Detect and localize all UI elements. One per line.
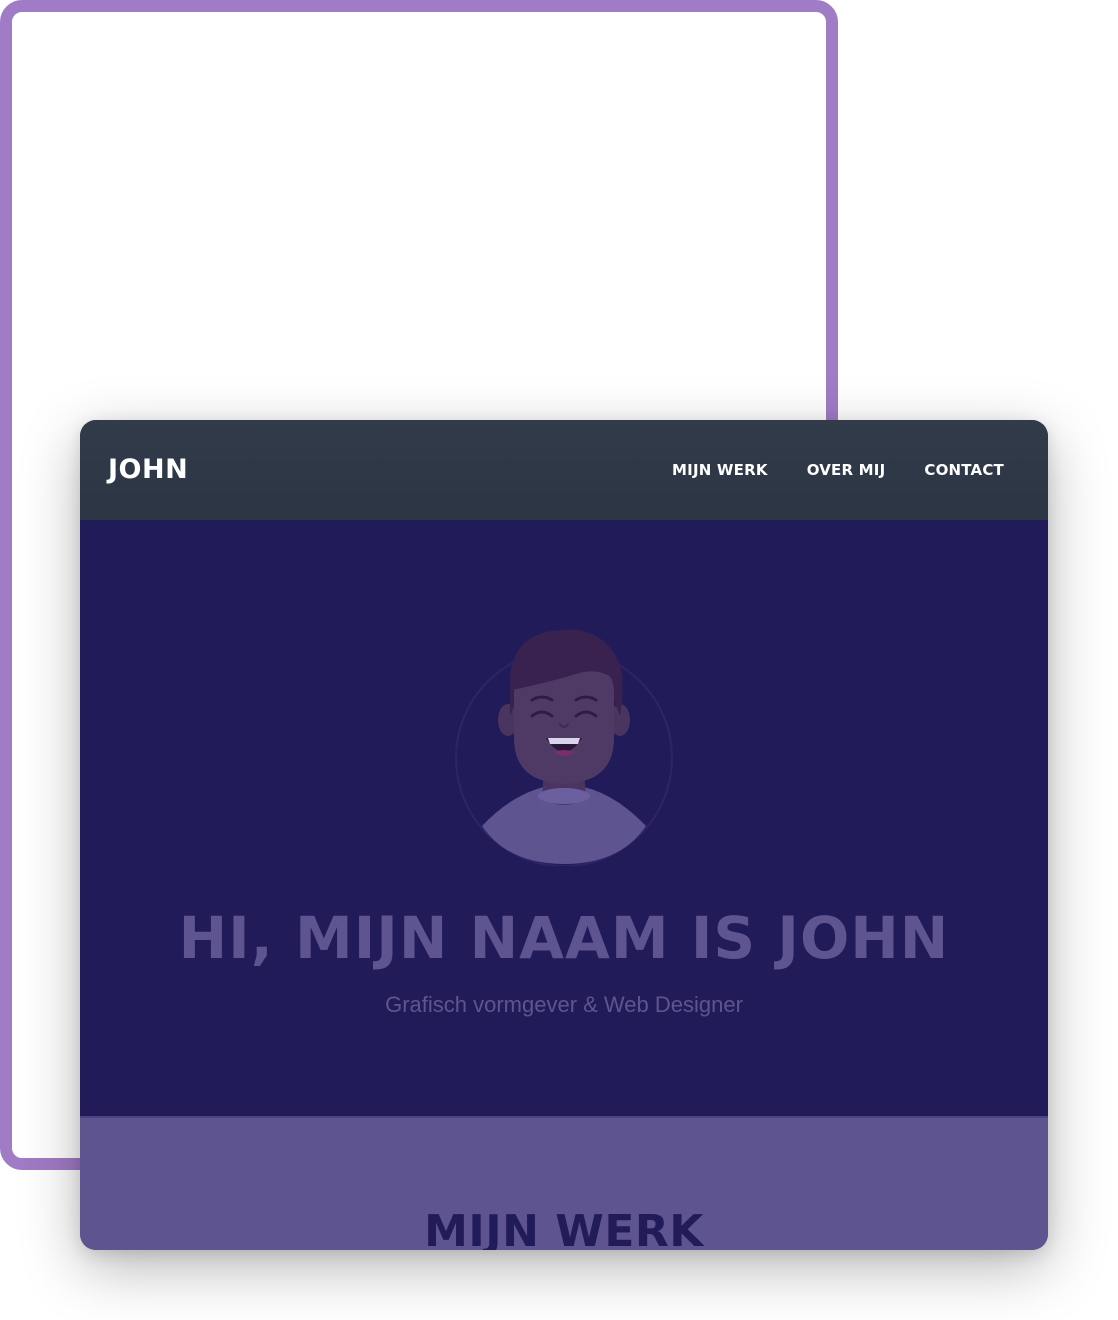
navbar: JOHN MIJN WERK OVER MIJ CONTACT [80,420,1048,520]
smiling-man-avatar-icon [455,629,673,866]
hero-subtitle: Grafisch vormgever & Web Designer [385,992,743,1017]
work-section: MIJN WERK [80,1116,1048,1250]
nav-link-over-mij[interactable]: OVER MIJ [807,461,886,479]
site-logo[interactable]: JOHN [108,454,188,486]
hero-title: HI, MIJN NAAM IS JOHN [178,904,950,972]
nav-item-mijn-werk: MIJN WERK [672,460,768,480]
nav-link-contact[interactable]: CONTACT [924,461,1004,479]
page-stage: JOHN MIJN WERK OVER MIJ CONTACT HI, MIJN… [0,0,1118,1320]
hero-section: HI, MIJN NAAM IS JOHN Grafisch vormgever… [80,520,1048,1116]
nav-menu: MIJN WERK OVER MIJ CONTACT [672,460,1004,480]
nav-item-over-mij: OVER MIJ [807,460,886,480]
nav-link-mijn-werk[interactable]: MIJN WERK [672,461,768,479]
website-preview: JOHN MIJN WERK OVER MIJ CONTACT HI, MIJN… [80,420,1048,1250]
nav-item-contact: CONTACT [924,460,1004,480]
work-section-title: MIJN WERK [424,1206,704,1250]
